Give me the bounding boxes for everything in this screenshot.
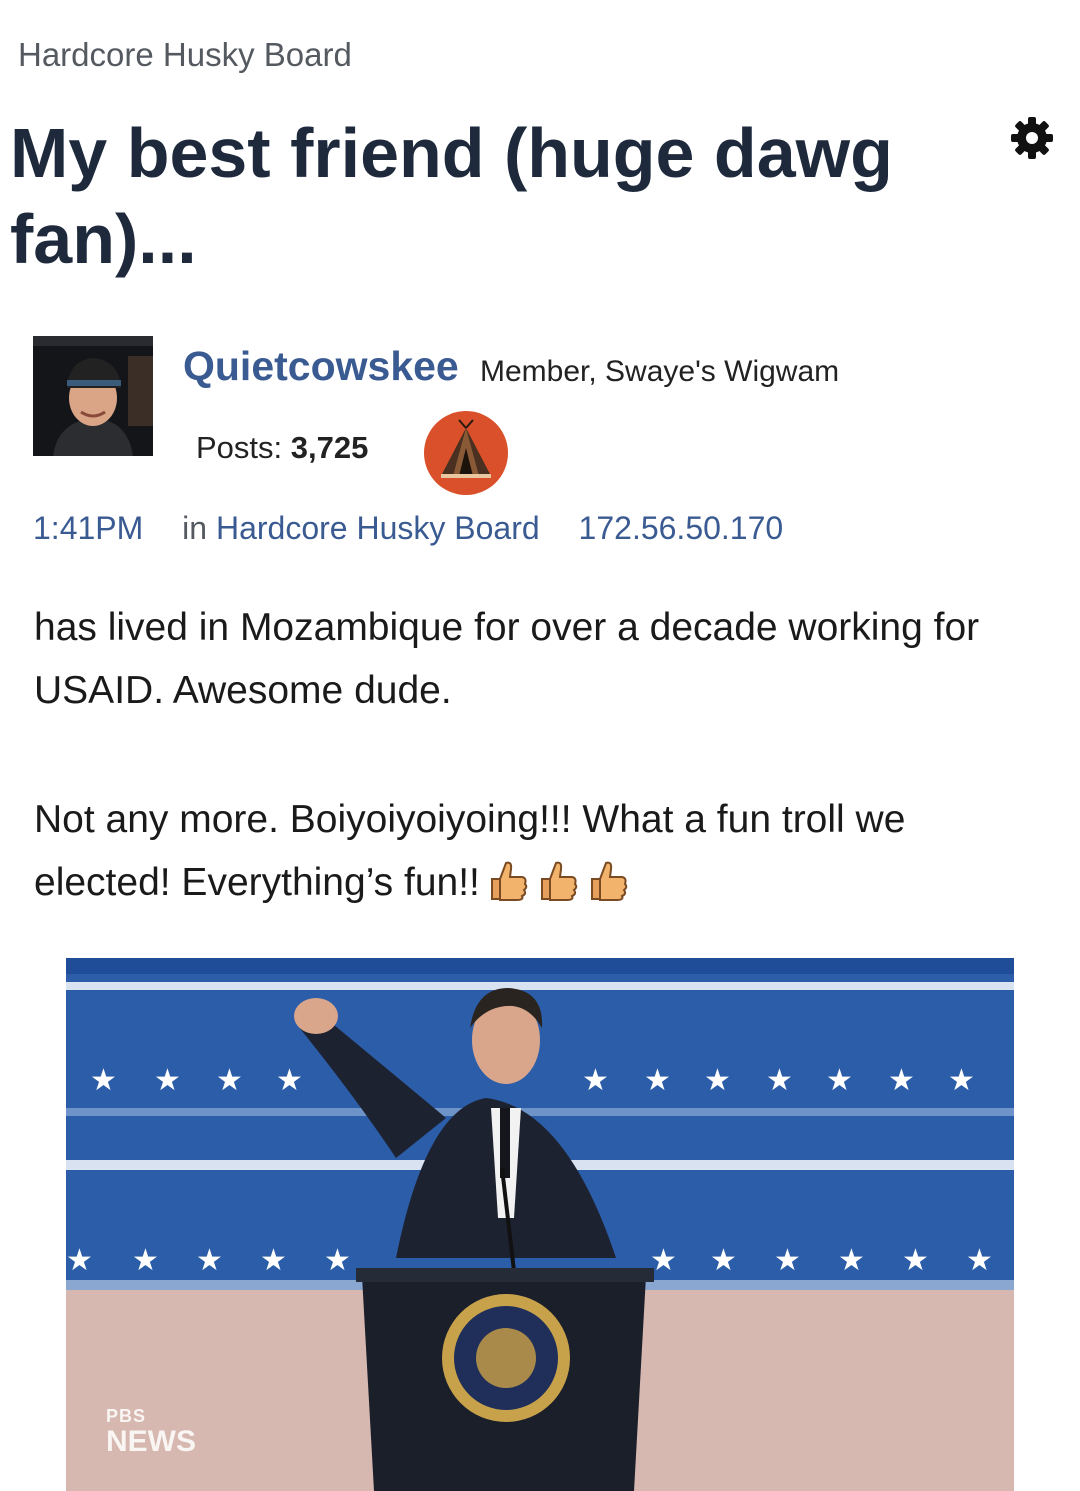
svg-text:★: ★ [710,1243,737,1278]
author-role: Member, Swaye's Wigwam [480,355,840,388]
svg-text:★: ★ [774,1243,801,1278]
post-meta: 1:41PM in Hardcore Husky Board 172.56.50… [33,510,783,547]
svg-text:★: ★ [838,1243,865,1278]
svg-text:★: ★ [888,1063,915,1098]
thumbs-up-icon [590,861,628,901]
pbs-news-watermark: PBS NEWS [106,1406,196,1457]
svg-text:★: ★ [324,1243,351,1278]
svg-text:★: ★ [582,1063,609,1098]
svg-text:★: ★ [66,1243,93,1278]
svg-text:★: ★ [260,1243,287,1278]
gear-icon[interactable] [1008,114,1056,162]
svg-text:★: ★ [154,1063,181,1098]
posts-label: Posts: [196,430,283,465]
svg-text:★: ★ [704,1063,731,1098]
thread-title: My best friend (huge dawg fan)... [10,114,893,278]
post-body: has lived in Mozambique for over a decad… [34,596,1044,914]
teepee-badge-icon [423,410,509,496]
embedded-gif[interactable]: ★ ★ ★ ★ ★ ★ ★ ★ ★ ★ ★ ★ ★ ★ ★ ★ ★ ★ ★ ★ ★ ★ PBS NEWS [66,958,1014,1491]
svg-text:★: ★ [966,1243,993,1278]
svg-text:★: ★ [196,1243,223,1278]
thumbs-up-icon [540,861,578,901]
svg-text:★: ★ [644,1063,671,1098]
watermark-line1: PBS [106,1406,147,1426]
in-label: in [182,510,208,546]
svg-text:★: ★ [766,1063,793,1098]
ip-address: 172.56.50.170 [578,510,784,546]
svg-text:★: ★ [90,1063,117,1098]
svg-text:★: ★ [902,1243,929,1278]
thumbs-up-icon [490,861,528,901]
post-paragraph: has lived in Mozambique for over a decad… [34,606,980,712]
watermark-line2: NEWS [106,1425,196,1458]
posts-count: 3,725 [290,430,369,465]
board-link[interactable]: Hardcore Husky Board [216,510,540,546]
author-username[interactable]: Quietcowskee [183,343,459,390]
post-time[interactable]: 1:41PM [33,510,143,546]
breadcrumb[interactable]: Hardcore Husky Board [18,36,352,74]
avatar[interactable] [33,336,153,456]
svg-text:★: ★ [276,1063,303,1098]
svg-text:★: ★ [826,1063,853,1098]
svg-text:★: ★ [650,1243,677,1278]
svg-text:★: ★ [948,1063,975,1098]
post-paragraph-text: Not any more. Boiyoiyoiyoing!!! What a f… [34,798,906,904]
svg-text:★: ★ [216,1063,243,1098]
post-paragraph: Not any more. Boiyoiyoiyoing!!! What a f… [34,788,1044,914]
svg-text:★: ★ [132,1243,159,1278]
author-post-count: Posts: 3,725 [196,430,368,466]
